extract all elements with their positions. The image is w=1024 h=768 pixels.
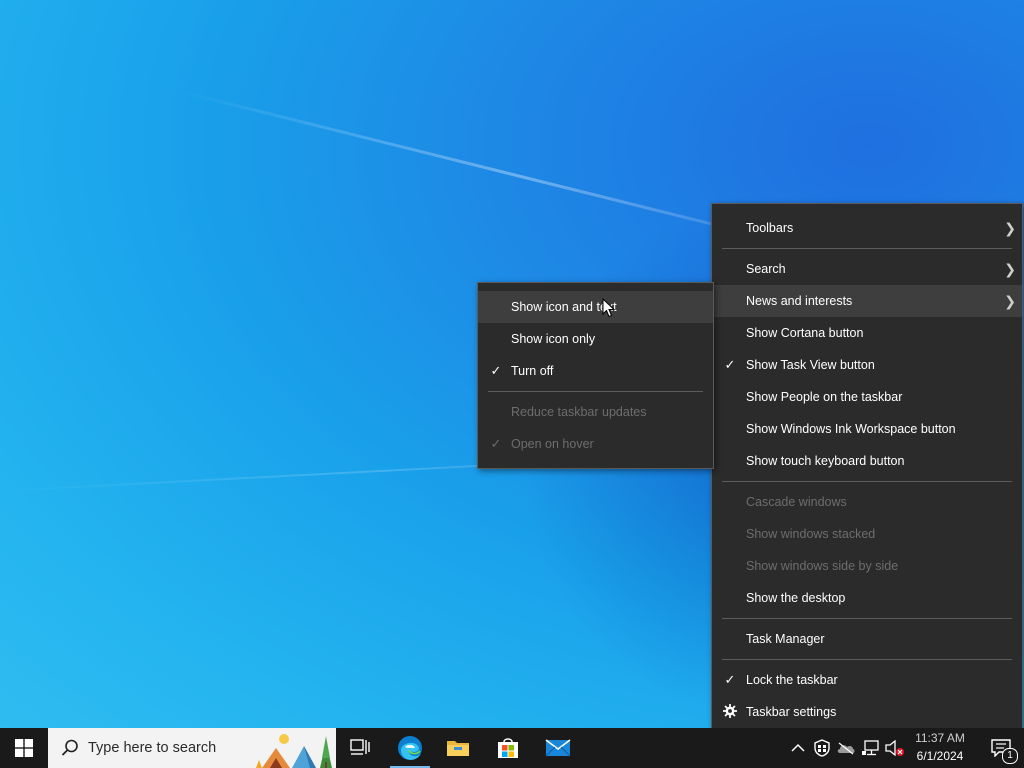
action-center-button[interactable]: 1 — [978, 728, 1024, 768]
network-icon — [862, 740, 879, 756]
start-button[interactable] — [0, 728, 48, 768]
menu-item-label: Show windows stacked — [746, 527, 876, 541]
menu-item-label: Lock the taskbar — [746, 673, 838, 687]
menu-item-label: Show icon and text — [511, 300, 617, 314]
task-view-button[interactable] — [336, 728, 384, 768]
menu-item-label: Show icon only — [511, 332, 596, 346]
windows-logo-icon — [15, 739, 33, 757]
taskbar-context-menu: Toolbars ❯ Search ❯ News and interests ❯… — [711, 203, 1023, 737]
gear-icon — [722, 696, 738, 728]
menu-item-open-on-hover: ✓ Open on hover — [478, 428, 713, 460]
search-icon — [61, 739, 78, 756]
security-icon — [814, 739, 830, 757]
menu-item-label: Turn off — [511, 364, 554, 378]
menu-item-label: News and interests — [746, 294, 853, 308]
menu-item-label: Toolbars — [746, 221, 794, 235]
mail-taskbar-button[interactable] — [534, 728, 582, 768]
menu-item-show-the-desktop[interactable]: Show the desktop — [712, 582, 1022, 614]
menu-item-news-and-interests[interactable]: News and interests ❯ — [712, 285, 1022, 317]
windows-security-tray-button[interactable] — [812, 738, 832, 758]
volume-tray-button[interactable] — [885, 738, 905, 758]
menu-item-label: Show People on the taskbar — [746, 390, 903, 404]
network-tray-button[interactable] — [861, 738, 881, 758]
menu-item-label: Search — [746, 262, 786, 276]
menu-item-label: Show windows side by side — [746, 559, 899, 573]
chevron-right-icon: ❯ — [1004, 293, 1016, 309]
search-placeholder: Type here to search — [88, 740, 217, 756]
menu-item-label: Show Cortana button — [746, 326, 864, 340]
menu-separator — [722, 659, 1012, 660]
clock-date: 6/1/2024 — [916, 749, 964, 763]
menu-separator — [722, 248, 1012, 249]
menu-item-cascade-windows: Cascade windows — [712, 486, 1022, 518]
menu-item-show-icon-and-text[interactable]: Show icon and text — [478, 291, 713, 323]
menu-item-show-icon-only[interactable]: Show icon only — [478, 323, 713, 355]
taskbar-clock[interactable]: 11:37 AM 6/1/2024 — [910, 728, 970, 768]
chevron-up-icon — [791, 743, 805, 752]
camping-illustration-icon — [256, 734, 332, 768]
mail-icon — [545, 739, 571, 757]
microsoft-store-taskbar-button[interactable] — [484, 728, 532, 768]
edge-taskbar-button[interactable] — [386, 728, 434, 768]
menu-item-show-task-view-button[interactable]: ✓ Show Task View button — [712, 349, 1022, 381]
menu-item-show-people[interactable]: Show People on the taskbar — [712, 381, 1022, 413]
file-explorer-taskbar-button[interactable] — [434, 728, 482, 768]
menu-item-toolbars[interactable]: Toolbars ❯ — [712, 212, 1022, 244]
menu-item-turn-off[interactable]: ✓ Turn off — [478, 355, 713, 387]
store-icon — [498, 738, 518, 758]
volume-muted-icon — [885, 740, 904, 756]
menu-item-task-manager[interactable]: Task Manager — [712, 623, 1022, 655]
chevron-right-icon: ❯ — [1004, 220, 1016, 236]
menu-separator — [488, 391, 703, 392]
task-view-icon — [350, 739, 370, 755]
menu-item-label: Show Task View button — [746, 358, 875, 372]
news-and-interests-submenu: Show icon and text Show icon only ✓ Turn… — [477, 282, 714, 469]
taskbar[interactable]: Type here to search 11:37 AM 6/1/2024 1 — [0, 728, 1024, 768]
menu-item-show-ink-workspace[interactable]: Show Windows Ink Workspace button — [712, 413, 1022, 445]
checkmark-icon: ✓ — [724, 672, 736, 687]
clock-time: 11:37 AM — [915, 731, 965, 745]
menu-separator — [722, 481, 1012, 482]
menu-item-label: Show the desktop — [746, 591, 846, 605]
menu-item-label: Open on hover — [511, 437, 594, 451]
menu-item-search[interactable]: Search ❯ — [712, 253, 1022, 285]
chevron-right-icon: ❯ — [1004, 261, 1016, 277]
checkmark-icon: ✓ — [724, 357, 736, 372]
menu-item-taskbar-settings[interactable]: Taskbar settings — [712, 696, 1022, 728]
mouse-cursor-icon — [602, 297, 616, 318]
menu-item-show-windows-side-by-side: Show windows side by side — [712, 550, 1022, 582]
onedrive-tray-button[interactable] — [836, 738, 856, 758]
menu-item-label: Reduce taskbar updates — [511, 405, 647, 419]
menu-item-label: Show touch keyboard button — [746, 454, 905, 468]
menu-item-show-cortana-button[interactable]: Show Cortana button — [712, 317, 1022, 349]
file-explorer-icon — [447, 741, 469, 756]
menu-item-show-windows-stacked: Show windows stacked — [712, 518, 1022, 550]
checkmark-icon: ✓ — [490, 436, 502, 451]
menu-item-label: Task Manager — [746, 632, 825, 646]
show-hidden-icons-button[interactable] — [788, 738, 808, 758]
menu-item-show-touch-keyboard[interactable]: Show touch keyboard button — [712, 445, 1022, 477]
menu-item-label: Cascade windows — [746, 495, 847, 509]
menu-separator — [722, 618, 1012, 619]
taskbar-search-box[interactable]: Type here to search — [48, 728, 336, 768]
onedrive-icon — [837, 742, 855, 755]
menu-item-label: Taskbar settings — [746, 705, 837, 719]
menu-item-lock-the-taskbar[interactable]: ✓ Lock the taskbar — [712, 664, 1022, 696]
edge-icon — [398, 736, 422, 760]
menu-item-reduce-taskbar-updates: Reduce taskbar updates — [478, 396, 713, 428]
notification-count-badge: 1 — [1002, 748, 1018, 764]
checkmark-icon: ✓ — [490, 363, 502, 378]
menu-item-label: Show Windows Ink Workspace button — [746, 422, 956, 436]
